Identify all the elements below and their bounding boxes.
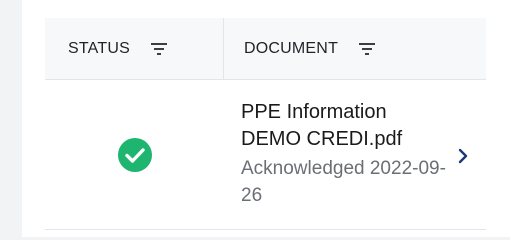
filter-icon[interactable] [358, 42, 376, 56]
column-header-document: DOCUMENT [223, 18, 486, 79]
chevron-right-icon[interactable] [455, 148, 471, 164]
column-label-document: DOCUMENT [244, 39, 339, 57]
table-header: STATUS DOCUMENT [45, 18, 486, 80]
filter-icon[interactable] [150, 42, 168, 56]
documents-card: STATUS DOCUMENT PPE Information DEMO CRE… [22, 0, 510, 237]
check-circle-icon [117, 137, 153, 173]
documents-table: STATUS DOCUMENT PPE Information DEMO CRE… [45, 18, 486, 230]
document-name: PPE Information DEMO CREDI.pdf [241, 101, 403, 150]
document-status-text: Acknowledged 2022-09-26 [241, 158, 446, 206]
column-header-status: STATUS [45, 18, 223, 79]
table-row[interactable]: PPE Information DEMO CREDI.pdf Acknowled… [45, 80, 486, 230]
column-label-status: STATUS [68, 39, 130, 57]
